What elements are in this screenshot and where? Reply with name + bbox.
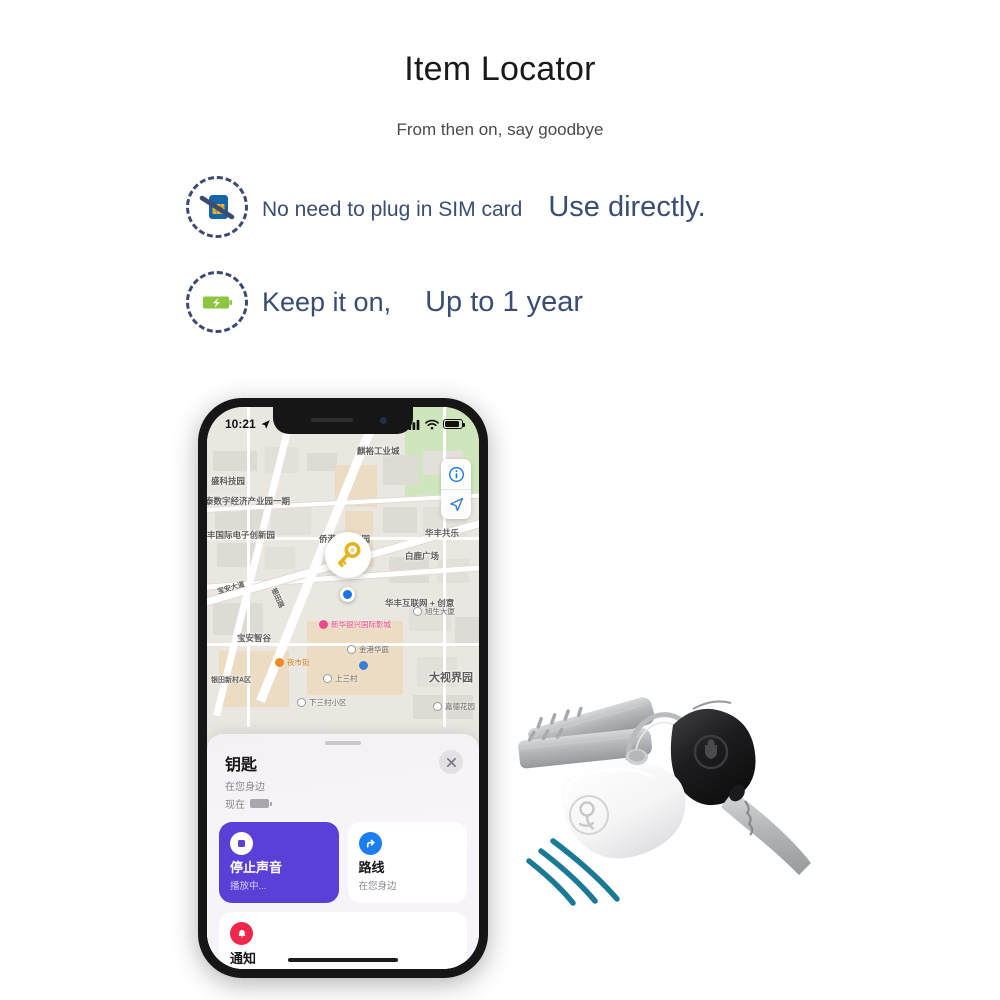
phone-screen: 麒裕工业城 盛科技园 泰数字经济产业园一期 丰国际电子创新园 侨港城创意园 华丰… bbox=[207, 407, 479, 969]
close-icon bbox=[446, 757, 456, 767]
map-label: 华丰共乐 bbox=[425, 528, 460, 538]
phone-mockup: 麒裕工业城 盛科技园 泰数字经济产业园一期 丰国际电子创新园 侨港城创意园 华丰… bbox=[198, 398, 488, 978]
stop-square-icon bbox=[230, 832, 253, 855]
earpiece-speaker bbox=[311, 418, 353, 422]
poi-marker-icon bbox=[347, 645, 356, 654]
car-key-fob bbox=[670, 700, 811, 875]
sheet-header: 钥匙 在您身边 现在 bbox=[219, 745, 467, 811]
map-poi[interactable]: 旭生大厦 bbox=[413, 606, 455, 617]
map-poi[interactable]: 嘉德花园 bbox=[433, 701, 475, 712]
stop-sound-title: 停止声音 bbox=[230, 860, 283, 876]
map-label: 宝安智谷 bbox=[237, 633, 272, 643]
poi-label: 上三村 bbox=[335, 674, 358, 683]
navigation-arrow-icon bbox=[449, 497, 463, 512]
last-seen-label: 现在 bbox=[225, 800, 245, 811]
map-poi[interactable]: 金港华庭 bbox=[347, 644, 389, 655]
poi-marker-icon bbox=[297, 698, 306, 707]
poi-marker-icon bbox=[319, 620, 328, 629]
item-last-seen: 现在 bbox=[225, 796, 463, 811]
status-bar-left: 10:21 bbox=[225, 417, 271, 431]
map-label: 丰国际电子创新园 bbox=[207, 530, 276, 540]
close-button[interactable] bbox=[439, 750, 463, 774]
directions-title: 路线 bbox=[358, 860, 385, 876]
key-icon bbox=[338, 542, 361, 568]
poi-marker-icon bbox=[359, 661, 368, 670]
status-time: 10:21 bbox=[225, 417, 256, 431]
feature-row-battery: Keep it on, Up to 1 year bbox=[186, 271, 583, 333]
feature-sim-emphasis: Use directly. bbox=[548, 190, 706, 223]
map-poi[interactable] bbox=[359, 661, 368, 670]
directions-subtitle: 在您身边 bbox=[358, 881, 397, 892]
map-poi[interactable]: 新华银兴国际影城 bbox=[319, 619, 391, 630]
item-title: 钥匙 bbox=[225, 757, 258, 774]
map-poi[interactable]: 夜市街 bbox=[275, 657, 310, 668]
key-marker-pin[interactable] bbox=[325, 532, 371, 578]
poi-label: 旭生大厦 bbox=[425, 607, 455, 616]
action-cards: 停止声音 播放中... 路线 在您身边 bbox=[219, 822, 467, 903]
front-camera bbox=[380, 417, 387, 424]
poi-label: 嘉德花园 bbox=[445, 702, 475, 711]
poi-marker-icon bbox=[323, 674, 332, 683]
map-poi[interactable]: 上三村 bbox=[323, 673, 358, 684]
poi-marker-icon bbox=[433, 702, 442, 711]
info-button[interactable] bbox=[441, 459, 471, 489]
tracker-tag bbox=[561, 749, 686, 859]
map-controls bbox=[441, 459, 471, 519]
battery-charge-icon bbox=[186, 271, 248, 333]
current-location-dot bbox=[340, 587, 355, 602]
feature-battery-emphasis: Up to 1 year bbox=[425, 285, 584, 318]
map-label: 银田新村A区 bbox=[211, 677, 252, 684]
poi-label: 新华银兴国际影城 bbox=[331, 620, 391, 629]
product-photo bbox=[505, 665, 825, 915]
poi-marker-icon bbox=[413, 607, 422, 616]
stop-sound-card[interactable]: 停止声音 播放中... bbox=[219, 822, 339, 903]
phone-notch bbox=[273, 407, 413, 434]
feature-battery-text: Keep it on, bbox=[262, 286, 392, 317]
map-poi[interactable]: 下三村小区 bbox=[297, 697, 347, 708]
wifi-icon bbox=[425, 419, 439, 429]
poi-marker-icon bbox=[275, 658, 284, 667]
page-subtitle: From then on, say goodbye bbox=[396, 120, 604, 139]
map-label: 大视界园 bbox=[429, 672, 473, 684]
locate-button[interactable] bbox=[441, 489, 471, 519]
feature-sim-text: No need to plug in SIM card bbox=[262, 197, 523, 221]
info-circle-icon bbox=[448, 466, 464, 482]
map-label: 泰数字经济产业园一期 bbox=[207, 496, 291, 506]
stop-sound-subtitle: 播放中... bbox=[230, 881, 267, 892]
poi-label: 金港华庭 bbox=[359, 645, 389, 654]
map-label: 白鹿广场 bbox=[405, 551, 440, 561]
item-status: 在您身边 bbox=[225, 782, 265, 793]
directions-card[interactable]: 路线 在您身边 bbox=[347, 822, 467, 903]
page-title: Item Locator bbox=[404, 50, 596, 88]
sim-card-disabled-icon bbox=[186, 176, 248, 238]
item-detail-sheet: 钥匙 在您身边 现在 停止声音 播放中... 路线 在您身边 通知 bbox=[207, 734, 479, 969]
home-indicator[interactable] bbox=[288, 957, 398, 962]
map-label: 盛科技园 bbox=[211, 476, 246, 486]
item-battery-icon bbox=[250, 799, 272, 808]
feature-row-sim: No need to plug in SIM card Use directly… bbox=[186, 176, 706, 238]
map-label: 麒裕工业城 bbox=[357, 446, 400, 456]
poi-label: 下三村小区 bbox=[309, 698, 347, 707]
page-root: Item Locator From then on, say goodbye N… bbox=[0, 0, 1000, 1000]
directions-arrow-icon bbox=[358, 832, 382, 855]
location-arrow-icon bbox=[261, 419, 270, 429]
battery-icon bbox=[443, 419, 465, 429]
poi-label: 夜市街 bbox=[287, 658, 310, 667]
bell-icon bbox=[230, 922, 253, 945]
